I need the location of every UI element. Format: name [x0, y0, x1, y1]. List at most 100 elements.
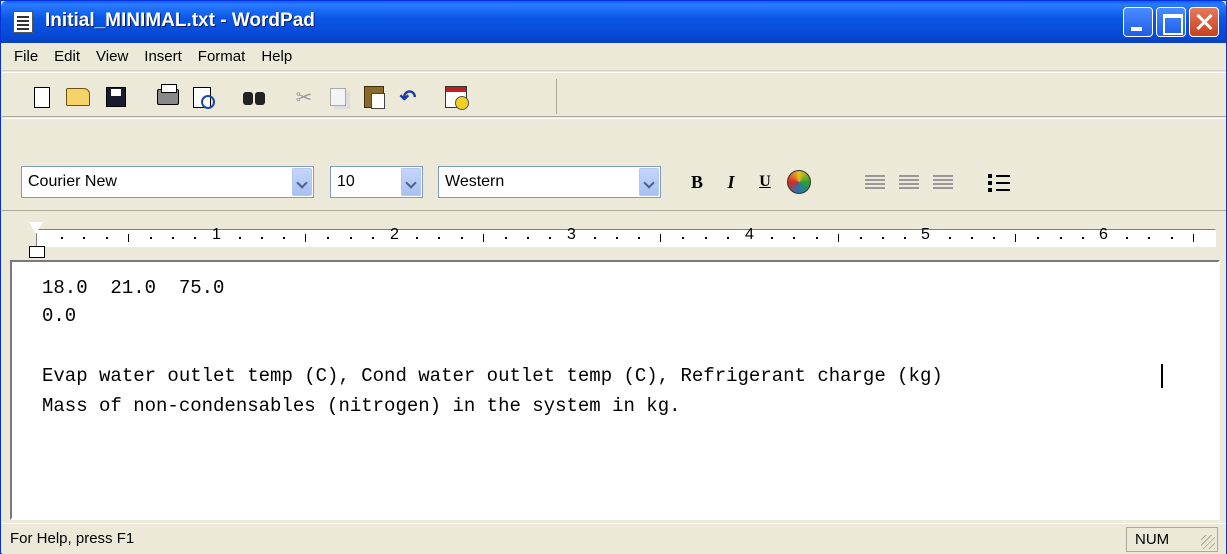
ruler-dot — [327, 237, 330, 239]
font-size-combo[interactable]: 10 — [330, 166, 423, 198]
chevron-down-icon[interactable] — [639, 168, 659, 196]
font-name-value: Courier New — [28, 173, 117, 190]
menu-bar: File Edit View Insert Format Help — [2, 43, 1226, 71]
align-left-icon[interactable] — [861, 168, 889, 196]
left-indent-marker[interactable] — [29, 222, 45, 258]
wordpad-window: Initial_MINIMAL.txt - WordPad File Edit … — [0, 0, 1227, 554]
maximize-button[interactable] — [1156, 7, 1186, 37]
ruler-dot — [61, 237, 64, 239]
resize-grip[interactable] — [1201, 535, 1215, 549]
save-icon[interactable] — [104, 85, 128, 109]
ruler-dot — [238, 237, 241, 239]
menu-insert[interactable]: Insert — [136, 43, 190, 71]
ruler-dot — [638, 237, 641, 239]
menu-file[interactable]: File — [6, 43, 46, 71]
ruler-dot — [615, 237, 618, 239]
text-caret — [1161, 364, 1163, 388]
ruler-dot — [970, 237, 973, 239]
script-combo[interactable]: Western — [438, 166, 661, 198]
ruler-dot — [1126, 237, 1129, 239]
ruler-dot — [859, 237, 862, 239]
window-title: Initial_MINIMAL.txt - WordPad — [45, 10, 315, 31]
paste-icon[interactable] — [362, 85, 386, 109]
document-line: Mass of non-condensables (nitrogen) in t… — [42, 395, 681, 417]
print-preview-icon[interactable] — [190, 85, 215, 109]
minimize-button[interactable] — [1123, 7, 1153, 37]
bold-button[interactable]: B — [683, 168, 711, 196]
ruler-dot — [1170, 237, 1173, 239]
open-icon[interactable] — [66, 85, 90, 109]
ruler-dot — [771, 237, 774, 239]
font-name-combo[interactable]: Courier New — [21, 166, 314, 198]
ruler-dot — [149, 237, 152, 239]
ruler-dot — [1037, 237, 1040, 239]
new-icon[interactable] — [30, 85, 54, 109]
wordpad-app-icon[interactable] — [13, 11, 33, 33]
menu-view[interactable]: View — [88, 43, 136, 71]
num-lock-indicator: NUM — [1135, 531, 1170, 548]
bullets-icon[interactable] — [985, 168, 1013, 196]
document-area[interactable]: 18.0 21.0 75.0 0.0 Evap water outlet tem… — [10, 260, 1220, 520]
ruler-half-tick — [837, 234, 839, 242]
print-icon[interactable] — [156, 84, 180, 109]
ruler-dot — [527, 237, 530, 239]
font-size-value: 10 — [337, 173, 355, 190]
ruler-strip: 1 2 3 4 5 6 — [36, 226, 1216, 247]
ruler-dot — [1148, 237, 1151, 239]
ruler-dot — [882, 237, 885, 239]
document-line: 18.0 21.0 75.0 — [42, 277, 225, 299]
ruler-dot — [438, 237, 441, 239]
ruler-number: 2 — [390, 226, 399, 243]
ruler-dot — [194, 237, 197, 239]
ruler-dot — [1059, 237, 1062, 239]
ruler-number: 3 — [567, 226, 576, 243]
ruler-dot — [260, 237, 263, 239]
ruler-dot — [549, 237, 552, 239]
copy-icon[interactable] — [326, 85, 350, 109]
status-help-text: For Help, press F1 — [10, 530, 135, 547]
ruler-dot — [460, 237, 463, 239]
ruler-dot — [371, 237, 374, 239]
ruler-number: 4 — [745, 226, 754, 243]
italic-button[interactable]: I — [717, 168, 745, 196]
right-indent-marker[interactable] — [1178, 234, 1194, 246]
chevron-down-icon[interactable] — [292, 168, 312, 196]
ruler-half-tick — [1015, 234, 1017, 242]
undo-icon[interactable]: ↶ — [396, 85, 420, 109]
ruler-dot — [815, 237, 818, 239]
underline-button[interactable]: U — [751, 168, 779, 196]
standard-toolbar: ✂ ↶ — [2, 72, 1226, 117]
close-button[interactable] — [1189, 7, 1219, 37]
ruler-dot — [904, 237, 907, 239]
ruler-dot — [1081, 237, 1084, 239]
menu-help[interactable]: Help — [253, 43, 300, 71]
ruler-number: 6 — [1099, 226, 1108, 243]
ruler-dot — [593, 237, 596, 239]
align-right-icon[interactable] — [929, 168, 957, 196]
cut-icon[interactable]: ✂ — [292, 85, 316, 109]
ruler[interactable]: 1 2 3 4 5 6 — [2, 210, 1226, 260]
document-line: 0.0 — [42, 305, 77, 327]
ruler-half-tick — [127, 234, 129, 242]
num-lock-panel: NUM — [1126, 527, 1218, 552]
color-palette-icon[interactable] — [785, 168, 813, 196]
ruler-half-tick — [482, 234, 484, 242]
align-center-icon[interactable] — [895, 168, 923, 196]
find-icon[interactable] — [242, 85, 266, 109]
menu-edit[interactable]: Edit — [46, 43, 88, 71]
ruler-dot — [948, 237, 951, 239]
ruler-dot — [726, 237, 729, 239]
date-time-icon[interactable] — [444, 85, 469, 110]
ruler-dot — [793, 237, 796, 239]
ruler-dot — [993, 237, 996, 239]
ruler-dot — [704, 237, 707, 239]
ruler-dot — [682, 237, 685, 239]
script-value: Western — [445, 173, 505, 190]
ruler-dot — [283, 237, 286, 239]
status-bar: For Help, press F1 NUM — [2, 523, 1226, 554]
ruler-dot — [504, 237, 507, 239]
menu-format[interactable]: Format — [190, 43, 254, 71]
title-bar[interactable]: Initial_MINIMAL.txt - WordPad — [1, 1, 1226, 43]
chevron-down-icon[interactable] — [401, 168, 421, 196]
ruler-dot — [349, 237, 352, 239]
